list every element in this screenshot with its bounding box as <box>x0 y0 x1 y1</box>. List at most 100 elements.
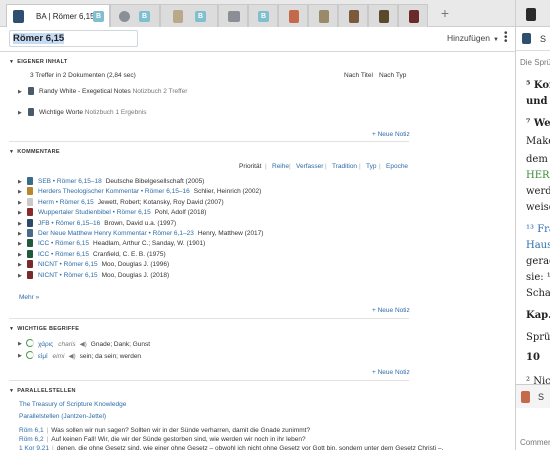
sort-option[interactable]: Tradition <box>332 163 357 170</box>
speaker-icon[interactable]: ◀) <box>80 341 87 348</box>
table-row[interactable]: Wuppertaler Studienbibel • Römer 6,15 Poh… <box>38 209 206 216</box>
bible-panel-tabbar <box>516 0 550 27</box>
tab-9[interactable] <box>368 4 398 27</box>
section-commentaries-heading[interactable]: ▼ KOMMENTARE <box>9 149 60 155</box>
new-note-button[interactable]: + Neue Notiz <box>372 369 410 376</box>
tab-8[interactable] <box>338 4 368 27</box>
expand-triangle-icon[interactable]: ▶ <box>18 252 22 258</box>
commentary-title[interactable]: Herders Theologischer Kommentar • Römer … <box>38 188 190 195</box>
sort-option[interactable]: Epoche <box>386 163 408 170</box>
comment-placeholder[interactable]: Commen <box>520 438 550 447</box>
verse-text: Auf keinen Fall! Wir, die wir der Sünde … <box>51 436 306 443</box>
commentary-title[interactable]: Der Neue Matthew Henry Kommentar • Römer… <box>38 230 194 237</box>
book-cover-icon <box>27 260 33 269</box>
table-row[interactable]: NICNT • Römer 6,15 Moo, Douglas J. (1996) <box>38 261 169 268</box>
spinner-icon <box>26 351 34 359</box>
table-row[interactable]: Herders Theologischer Kommentar • Römer … <box>38 188 261 195</box>
tab-4[interactable] <box>218 4 248 27</box>
greek-lemma[interactable]: εἰμί <box>38 353 48 360</box>
bible-panel: S Die Sprü ⁵ Kor und l ⁷ Wer Make dem HERR wer… <box>515 0 550 450</box>
expand-triangle-icon[interactable]: ▶ <box>18 110 22 116</box>
table-row[interactable]: NICNT • Römer 6,15 Moo, Douglas J. (2018) <box>38 272 169 279</box>
new-note-button[interactable]: + Neue Notiz <box>372 307 410 314</box>
table-row[interactable]: JFB • Römer 6,15–16 Brown, David u.a. (19… <box>38 220 176 227</box>
book-cover-icon <box>27 270 33 279</box>
list-item[interactable]: εἰμί eimi ◀) sein; da sein; werden <box>38 352 141 360</box>
expand-triangle-icon[interactable]: ▶ <box>18 189 22 195</box>
tab-bar: BA | Römer 6,15 B B B B + <box>0 0 515 28</box>
bible-line: und l <box>526 96 550 107</box>
commentary-title[interactable]: NICNT • Römer 6,15 <box>38 261 98 268</box>
tab-3[interactable]: B <box>160 4 218 27</box>
bible-line: gerad <box>526 256 550 267</box>
expand-triangle-icon[interactable]: ▶ <box>18 200 22 206</box>
tab-10[interactable] <box>398 4 428 27</box>
book-icon <box>13 10 24 23</box>
commentary-title[interactable]: ICC • Römer 6,15 <box>38 240 89 247</box>
expand-triangle-icon[interactable]: ▶ <box>18 179 22 185</box>
add-dropdown[interactable]: Hinzufügen ▼ <box>447 33 499 43</box>
commentary-title[interactable]: Wuppertaler Studienbibel • Römer 6,15 <box>38 209 151 216</box>
list-item[interactable]: Randy White - Exegetical Notes Notizbuch… <box>39 88 187 95</box>
verse-reference[interactable]: 1 Kor 9,21 <box>19 445 49 450</box>
expand-triangle-icon[interactable]: ▶ <box>18 231 22 237</box>
list-item[interactable]: Wichtige Worte Notizbuch 1 Ergebnis <box>39 109 147 116</box>
table-row[interactable]: ICC • Römer 6,15 Headlam, Arthur C.; Sand… <box>38 240 205 247</box>
more-link[interactable]: Mehr » <box>19 294 39 301</box>
sort-by-type-link[interactable]: Nach Typ <box>379 72 406 79</box>
new-tab-plus-icon[interactable]: + <box>437 6 453 22</box>
kebab-menu-icon[interactable]: • • • <box>504 29 508 47</box>
book-cover-icon <box>27 187 33 196</box>
expand-triangle-icon[interactable]: ▶ <box>18 353 22 359</box>
verse-reference[interactable]: Röm 6,1 <box>19 427 44 434</box>
table-row[interactable]: SEB • Römer 6,15–18 Deutsche Bibelgesells… <box>38 178 204 185</box>
bible-badge-icon: B <box>258 11 269 22</box>
bottom-search-label[interactable]: S <box>538 392 544 402</box>
sort-option[interactable]: Priorität <box>239 163 261 170</box>
table-row[interactable]: ICC • Römer 6,15 Cranfield, C. E. B. (197… <box>38 251 166 258</box>
commentary-title[interactable]: SEB • Römer 6,15–18 <box>38 178 102 185</box>
parallel-source-link[interactable]: Parallelstellen (Jantzen-Jettel) <box>19 413 106 420</box>
verse-reference[interactable]: Röm 6,2 <box>19 436 44 443</box>
bible-search-label[interactable]: S <box>540 34 546 44</box>
expand-triangle-icon[interactable]: ▶ <box>18 273 22 279</box>
section-key-terms-heading[interactable]: ▼ WICHTIGE BEGRIFFE <box>9 326 79 332</box>
expand-triangle-icon[interactable]: ▶ <box>18 241 22 247</box>
tab-active[interactable]: BA | Römer 6,15 B <box>6 4 110 28</box>
reference-input[interactable]: Römer 6,15 <box>9 30 138 47</box>
commentary-title[interactable]: ICC • Römer 6,15 <box>38 251 89 258</box>
commentary-title[interactable]: Herm • Römer 6,15 <box>38 199 94 206</box>
speaker-icon[interactable]: ◀) <box>68 353 75 360</box>
bible-line: ⁵ Kor <box>526 80 550 91</box>
separator: | <box>52 445 54 450</box>
table-row[interactable]: Herm • Römer 6,15 Jewett, Robert; Kotansk… <box>38 199 224 206</box>
tab-2[interactable]: B <box>110 4 160 27</box>
new-note-button[interactable]: + Neue Notiz <box>372 131 410 138</box>
section-parallels-heading[interactable]: ▼ PARALLELSTELLEN <box>9 388 76 394</box>
separator: | <box>325 163 327 170</box>
expand-triangle-icon[interactable]: ▶ <box>18 221 22 227</box>
greek-lemma[interactable]: χάρις <box>38 341 53 348</box>
expand-triangle-icon[interactable]: ▶ <box>18 341 22 347</box>
expand-triangle-icon[interactable]: ▶ <box>18 89 22 95</box>
section-own-content-heading[interactable]: ▼ EIGENER INHALT <box>9 59 68 65</box>
bible-hint: Die Sprü <box>520 58 550 67</box>
sort-option[interactable]: Verfasser <box>296 163 323 170</box>
commentary-detail: Deutsche Bibelgesellschaft (2005) <box>105 178 205 185</box>
sort-option[interactable]: Reihe <box>272 163 289 170</box>
commentary-title[interactable]: NICNT • Römer 6,15 <box>38 272 98 279</box>
sort-by-title-link[interactable]: Nach Titel <box>344 72 373 79</box>
passage-guide-panel: ▼ EIGENER INHALT 3 Treffer in 2 Dokumente… <box>0 53 515 450</box>
expand-triangle-icon[interactable]: ▶ <box>18 262 22 268</box>
tab-5[interactable]: B <box>248 4 278 27</box>
tab-6[interactable] <box>278 4 308 27</box>
expand-triangle-icon[interactable]: ▶ <box>18 210 22 216</box>
table-row[interactable]: Der Neue Matthew Henry Kommentar • Römer… <box>38 230 263 237</box>
sort-option[interactable]: Typ <box>366 163 376 170</box>
bible-badge-icon: B <box>93 11 104 22</box>
tab-7[interactable] <box>308 4 338 27</box>
list-item[interactable]: χάρις charis ◀) Gnade; Dank; Gunst <box>38 340 150 348</box>
commentary-title[interactable]: JFB • Römer 6,15–16 <box>38 220 100 227</box>
divider <box>9 141 409 142</box>
parallel-source-link[interactable]: The Treasury of Scripture Knowledge <box>19 401 126 408</box>
